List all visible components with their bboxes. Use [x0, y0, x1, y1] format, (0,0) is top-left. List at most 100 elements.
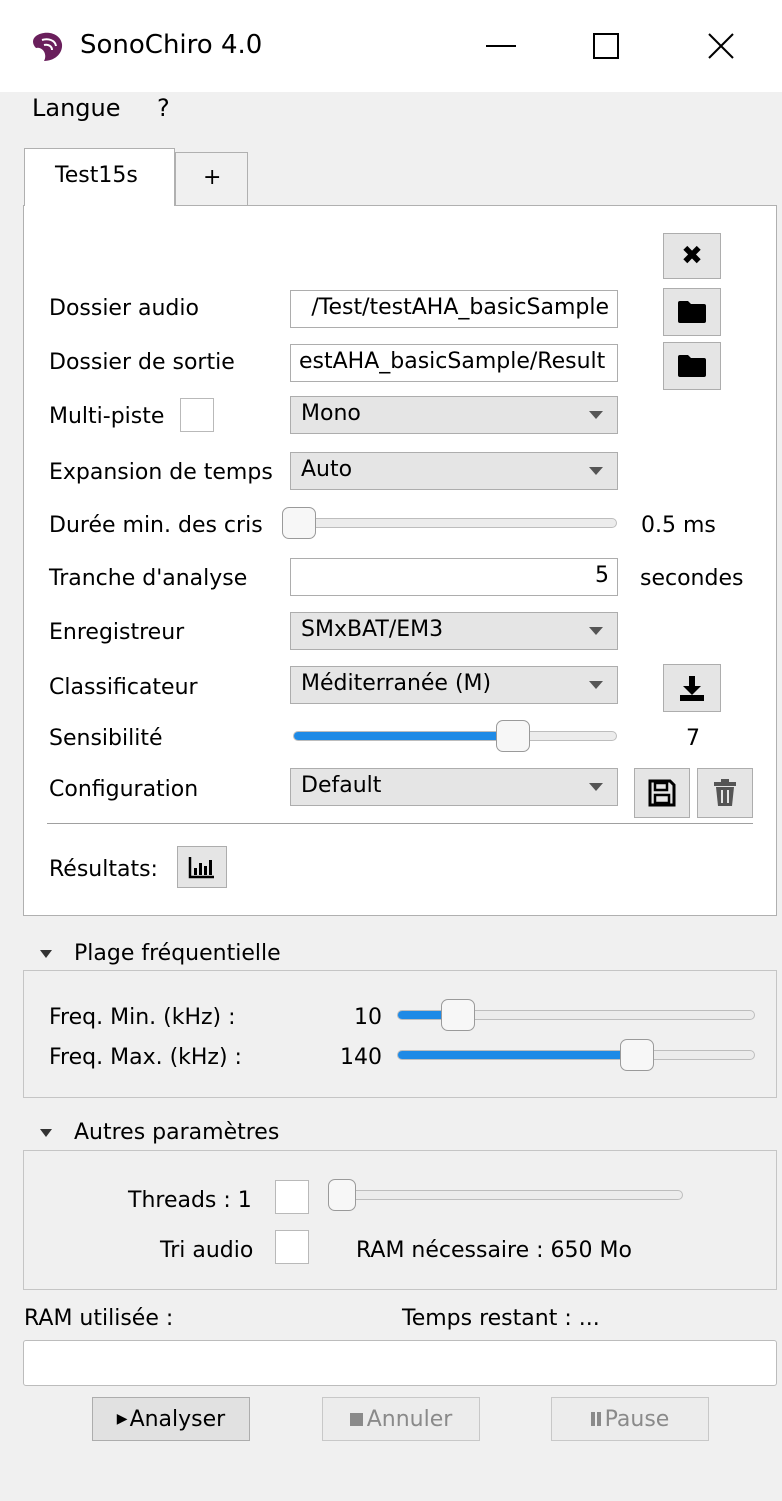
stop-icon: [349, 1412, 363, 1426]
plage-section-header[interactable]: Plage fréquentielle: [40, 941, 281, 966]
enregistreur-select-value: SMxBAT/EM3: [301, 617, 444, 642]
duree-slider-handle[interactable]: [282, 507, 317, 539]
dossier-sortie-label: Dossier de sortie: [49, 350, 235, 375]
menu-help[interactable]: ?: [157, 94, 170, 122]
slider-fill: [294, 732, 513, 740]
configuration-label: Configuration: [49, 777, 199, 802]
minimize-button[interactable]: [448, 0, 553, 92]
chevron-down-icon: [589, 627, 603, 635]
tab-add[interactable]: +: [175, 152, 248, 205]
annuler-button[interactable]: Annuler: [322, 1397, 480, 1441]
freq-min-value: 10: [354, 1005, 382, 1030]
tranche-input[interactable]: 5: [290, 558, 618, 596]
threads-slider-handle[interactable]: [328, 1179, 356, 1211]
classificateur-select-value: Méditerranée (M): [301, 671, 492, 696]
sensibilite-slider-handle[interactable]: [496, 720, 531, 752]
folder-icon: [678, 301, 706, 323]
browse-audio-button[interactable]: [663, 288, 721, 336]
maximize-button[interactable]: [553, 0, 658, 92]
ram-needed-text: RAM nécessaire : 650 Mo: [356, 1238, 632, 1263]
maximize-icon: [592, 33, 619, 59]
freq-min-slider-handle[interactable]: [440, 999, 475, 1031]
freq-max-label: Freq. Max. (kHz) :: [49, 1045, 242, 1070]
save-config-button[interactable]: [634, 768, 690, 818]
tab-test15s[interactable]: Test15s: [24, 148, 175, 206]
save-icon: [648, 779, 676, 807]
tranche-value: 5: [595, 563, 609, 588]
configuration-select-value: Default: [301, 773, 382, 798]
analyser-label: Analyser: [129, 1406, 226, 1432]
bar-chart-icon: [188, 857, 214, 879]
close-tab-button[interactable]: ✖: [663, 233, 721, 279]
threads-slider[interactable]: [328, 1190, 683, 1200]
bat-ear-icon: [30, 28, 66, 64]
threads-checkbox[interactable]: [275, 1180, 309, 1214]
sensibilite-label: Sensibilité: [49, 726, 163, 751]
show-results-button[interactable]: [177, 846, 227, 888]
chevron-down-icon: [589, 411, 603, 419]
dossier-audio-input[interactable]: /Test/testAHA_basicSample: [290, 290, 618, 328]
play-icon: ▶: [116, 1411, 128, 1427]
collapse-triangle-icon: [40, 1129, 52, 1137]
classificateur-select[interactable]: Méditerranée (M): [290, 666, 618, 704]
freq-max-slider[interactable]: [397, 1050, 755, 1060]
expansion-select-value: Auto: [301, 457, 353, 482]
autres-header-text: Autres paramètres: [74, 1120, 280, 1145]
menu-langue[interactable]: Langue: [32, 94, 121, 122]
autres-section-header[interactable]: Autres paramètres: [40, 1120, 279, 1145]
ram-used-text: RAM utilisée :: [24, 1306, 174, 1331]
plage-group: [23, 970, 777, 1098]
chevron-down-icon: [589, 783, 603, 791]
freq-max-value: 140: [340, 1045, 382, 1070]
tri-audio-checkbox[interactable]: [275, 1230, 309, 1264]
expansion-label: Expansion de temps: [49, 460, 273, 485]
multi-piste-label: Multi-piste: [49, 404, 165, 429]
duree-value: 0.5 ms: [641, 513, 716, 538]
tri-audio-label: Tri audio: [160, 1238, 254, 1263]
slider-fill: [398, 1051, 637, 1059]
progress-bar: [23, 1340, 777, 1386]
chevron-down-icon: [589, 467, 603, 475]
resultats-label: Résultats:: [49, 857, 158, 882]
threads-label: Threads : 1: [128, 1188, 252, 1213]
dossier-audio-label: Dossier audio: [49, 296, 199, 321]
tab-label: Test15s: [55, 163, 138, 188]
title-bar[interactable]: SonoChiro 4.0: [0, 0, 782, 92]
separator: [47, 823, 753, 824]
duree-label: Durée min. des cris: [49, 513, 263, 538]
add-tab-icon: +: [203, 165, 222, 190]
dossier-audio-value: /Test/testAHA_basicSample: [311, 295, 609, 320]
freq-max-slider-handle[interactable]: [619, 1039, 654, 1071]
dossier-sortie-value: estAHA_basicSample/Result: [299, 349, 606, 374]
minimize-icon: [485, 45, 516, 47]
download-icon: [680, 676, 704, 701]
analyser-button[interactable]: ▶ Analyser: [92, 1397, 250, 1441]
channel-select-value: Mono: [301, 401, 361, 426]
annuler-label: Annuler: [366, 1406, 453, 1432]
channel-select[interactable]: Mono: [290, 396, 618, 434]
configuration-select[interactable]: Default: [290, 768, 618, 806]
dossier-sortie-input[interactable]: estAHA_basicSample/Result: [290, 344, 618, 382]
pause-button[interactable]: Pause: [551, 1397, 709, 1441]
multi-piste-checkbox[interactable]: [180, 398, 214, 432]
chevron-down-icon: [589, 681, 603, 689]
duree-slider[interactable]: [293, 518, 617, 528]
browse-output-button[interactable]: [663, 342, 721, 390]
pause-label: Pause: [604, 1406, 670, 1432]
folder-icon: [678, 355, 706, 377]
download-classifier-button[interactable]: [663, 664, 721, 712]
classificateur-label: Classificateur: [49, 675, 198, 700]
plage-header-text: Plage fréquentielle: [74, 941, 281, 966]
close-button[interactable]: [668, 0, 773, 92]
time-remaining-text: Temps restant : ...: [402, 1306, 600, 1331]
delete-config-button[interactable]: [697, 768, 753, 818]
freq-min-label: Freq. Min. (kHz) :: [49, 1005, 236, 1030]
tranche-label: Tranche d'analyse: [49, 566, 248, 591]
menu-bar: Langue ?: [0, 92, 782, 134]
autres-group: [23, 1150, 777, 1290]
sensibilite-slider[interactable]: [293, 731, 617, 741]
sensibilite-value: 7: [686, 726, 700, 751]
window-title: SonoChiro 4.0: [80, 30, 263, 60]
enregistreur-select[interactable]: SMxBAT/EM3: [290, 612, 618, 650]
expansion-select[interactable]: Auto: [290, 452, 618, 490]
